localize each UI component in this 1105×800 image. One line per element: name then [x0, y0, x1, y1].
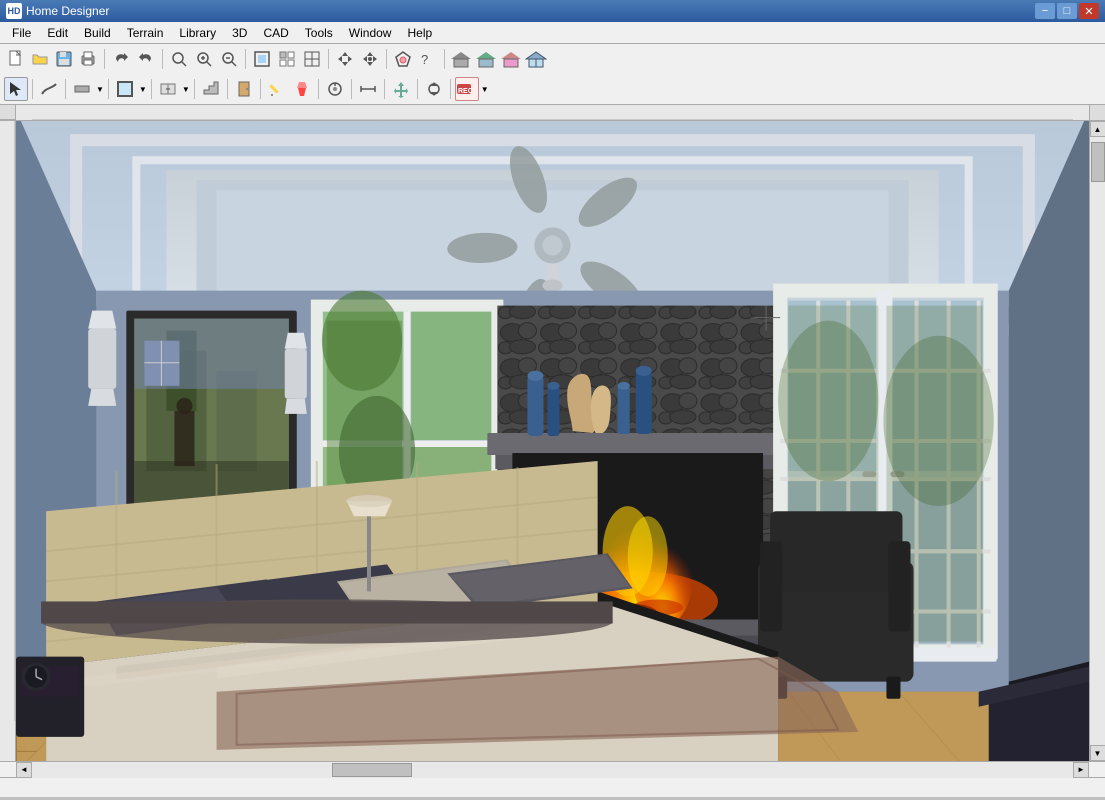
tb-extra2[interactable]: ? [416, 47, 440, 71]
ruler-container: // Will be drawn via JS below [0, 105, 1105, 121]
menu-help[interactable]: Help [399, 24, 440, 42]
house4-button[interactable] [524, 47, 548, 71]
minimize-button[interactable]: − [1035, 3, 1055, 19]
scroll-track-vertical [1090, 137, 1105, 745]
print-button[interactable] [76, 47, 100, 71]
wall-tool[interactable] [70, 77, 94, 101]
scroll-down-button[interactable]: ▼ [1090, 745, 1105, 761]
menu-3d[interactable]: 3D [224, 24, 255, 42]
title-bar: HD Home Designer − □ ✕ [0, 0, 1105, 22]
save-button[interactable] [52, 47, 76, 71]
scroll-left-button[interactable]: ◄ [16, 762, 32, 778]
library-tool[interactable] [323, 77, 347, 101]
menu-library[interactable]: Library [171, 24, 224, 42]
undo-button[interactable] [109, 47, 133, 71]
zoom-in-button[interactable] [192, 47, 216, 71]
redo-button[interactable] [134, 47, 158, 71]
zoom-button[interactable] [167, 47, 191, 71]
ruler-top: // Will be drawn via JS below [32, 105, 1073, 121]
wall-dropdown[interactable]: ▼ [95, 85, 104, 94]
canvas-area[interactable] [16, 121, 1089, 761]
door-tool[interactable] [232, 77, 256, 101]
close-button[interactable]: ✕ [1079, 3, 1099, 19]
room-dropdown[interactable]: ▼ [138, 85, 147, 94]
grid-button[interactable] [275, 47, 299, 71]
svg-text:REC: REC [458, 88, 473, 95]
tb-extra1[interactable] [391, 47, 415, 71]
menu-window[interactable]: Window [341, 24, 400, 42]
scroll-right-button[interactable]: ► [1073, 762, 1089, 778]
view-button[interactable] [300, 47, 324, 71]
content-area: ▲ ▼ [0, 121, 1105, 761]
nav2-button[interactable] [358, 47, 382, 71]
scroll-track-horizontal [32, 762, 1073, 778]
menu-cad[interactable]: CAD [255, 24, 296, 42]
open-button[interactable] [28, 47, 52, 71]
record-dropdown[interactable]: ▼ [480, 85, 489, 94]
menu-build[interactable]: Build [76, 24, 119, 42]
toolbar-row-1: ? [0, 44, 1105, 74]
stair-tool[interactable] [199, 77, 223, 101]
pan-button[interactable] [333, 47, 357, 71]
scroll-thumb-vertical[interactable] [1091, 142, 1105, 182]
toolbar-area: ? ▼ [0, 44, 1105, 105]
ruler-left [0, 121, 16, 761]
scroll-thumb-horizontal[interactable] [332, 763, 412, 777]
cabinet-dropdown[interactable]: ▼ [181, 85, 190, 94]
menu-bar: File Edit Build Terrain Library 3D CAD T… [0, 22, 1105, 44]
window-controls: − □ ✕ [1035, 3, 1099, 19]
svg-text:?: ? [421, 52, 428, 67]
cabinet-tool[interactable] [156, 77, 180, 101]
maximize-button[interactable]: □ [1057, 3, 1077, 19]
menu-tools[interactable]: Tools [297, 24, 341, 42]
spline-tool[interactable] [37, 77, 61, 101]
room-tool[interactable] [113, 77, 137, 101]
menu-terrain[interactable]: Terrain [119, 24, 172, 42]
room-render [16, 121, 1089, 761]
house2-button[interactable] [474, 47, 498, 71]
transform-tool[interactable] [422, 77, 446, 101]
pencil-tool[interactable] [265, 77, 289, 101]
fit-button[interactable] [250, 47, 274, 71]
record-button[interactable]: REC [455, 77, 479, 101]
paint-tool[interactable] [290, 77, 314, 101]
scroll-up-button[interactable]: ▲ [1090, 121, 1105, 137]
scrollbar-right[interactable]: ▲ ▼ [1089, 121, 1105, 761]
app-icon: HD [6, 3, 22, 19]
menu-file[interactable]: File [4, 24, 39, 42]
status-bar [0, 777, 1105, 797]
house1-button[interactable] [449, 47, 473, 71]
zoom-out-button[interactable] [217, 47, 241, 71]
scrollbar-bottom[interactable]: ◄ ► [0, 761, 1105, 777]
select-tool[interactable] [4, 77, 28, 101]
app-title: Home Designer [26, 4, 1035, 18]
toolbar-row-2: ▼ ▼ ▼ [0, 74, 1105, 104]
move-tool[interactable] [389, 77, 413, 101]
new-button[interactable] [4, 47, 28, 71]
house3-button[interactable] [499, 47, 523, 71]
menu-edit[interactable]: Edit [39, 24, 76, 42]
dimension-tool[interactable] [356, 77, 380, 101]
